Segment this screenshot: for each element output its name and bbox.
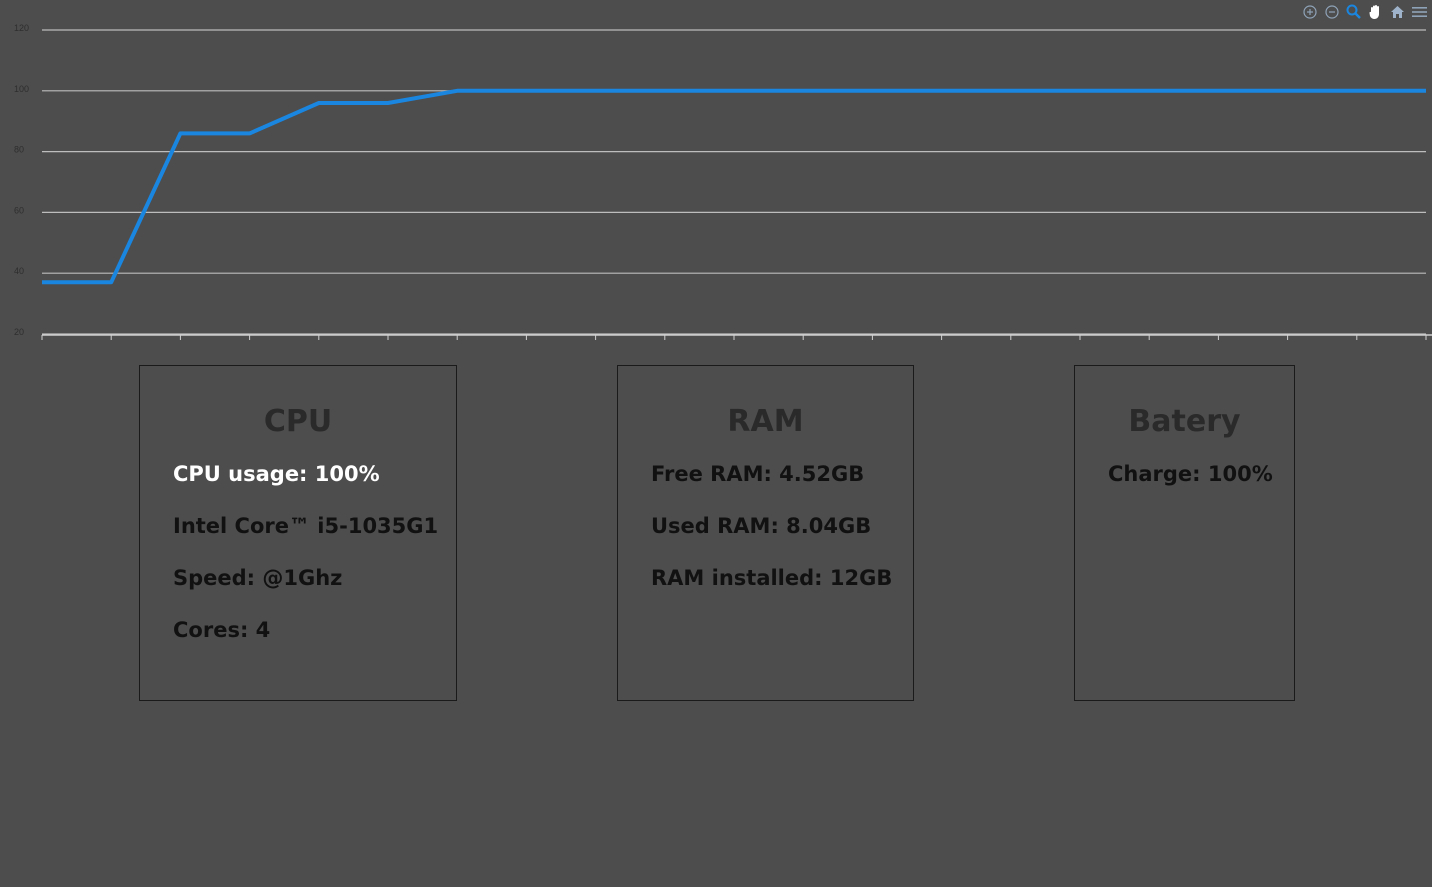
battery-card-title: Batery — [1128, 404, 1241, 439]
pan-icon[interactable] — [1367, 3, 1384, 20]
y-tick-label-80: 80 — [14, 145, 24, 155]
battery-charge-text: Charge: 100% — [1108, 462, 1273, 486]
zoom-out-icon[interactable] — [1323, 3, 1340, 20]
y-tick-label-120: 120 — [14, 23, 29, 33]
battery-card: Batery Charge: 100% — [1074, 365, 1295, 701]
ram-card: RAM Free RAM: 4.52GB Used RAM: 8.04GB RA… — [617, 365, 914, 701]
y-tick-label-40: 40 — [14, 266, 24, 276]
used-ram-text: Used RAM: 8.04GB — [651, 514, 872, 538]
home-icon[interactable] — [1389, 3, 1406, 20]
zoom-in-icon[interactable] — [1301, 3, 1318, 20]
ram-card-title: RAM — [727, 404, 804, 439]
ram-installed-text: RAM installed: 12GB — [651, 566, 893, 590]
chart-svg: 20 40 60 80 100 120 — [14, 23, 1432, 340]
cpu-card: CPU CPU usage: 100% Intel Core™ i5-1035G… — [139, 365, 457, 701]
cpu-cores-text: Cores: 4 — [173, 618, 271, 642]
cpu-usage-chart: 20 40 60 80 100 120 — [0, 0, 1432, 345]
chart-toolbar — [1301, 3, 1428, 20]
cpu-usage-text: CPU usage: 100% — [173, 462, 380, 486]
menu-icon[interactable] — [1411, 3, 1428, 20]
cpu-card-title: CPU — [263, 404, 333, 439]
cpu-model-text: Intel Core™ i5-1035G1 — [173, 514, 439, 538]
y-tick-label-20: 20 — [14, 327, 24, 337]
selection-zoom-icon[interactable] — [1345, 3, 1362, 20]
system-monitor-app: 20 40 60 80 100 120 CPU CPU usage: 100% … — [0, 0, 1432, 887]
series-line-0 — [42, 88, 1426, 285]
cpu-speed-text: Speed: @1Ghz — [173, 566, 343, 590]
y-tick-label-60: 60 — [14, 205, 24, 215]
y-tick-label-100: 100 — [14, 84, 29, 94]
free-ram-text: Free RAM: 4.52GB — [651, 462, 865, 486]
